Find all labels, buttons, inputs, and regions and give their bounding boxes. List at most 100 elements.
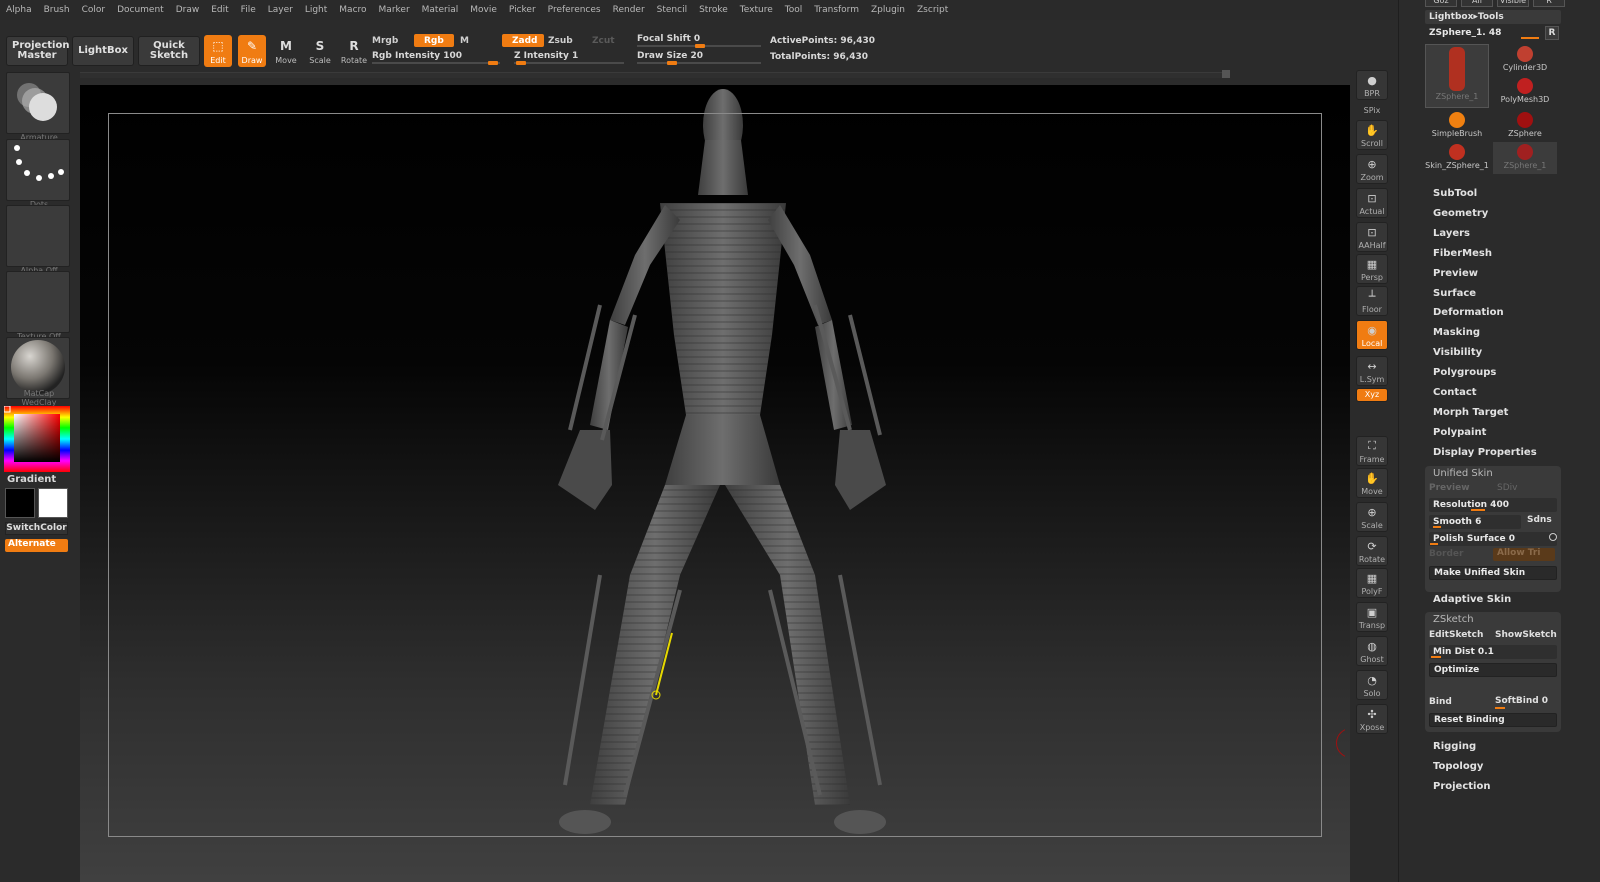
stroke-selector[interactable]: Dots (6, 139, 70, 209)
texture-selector[interactable]: Texture Off (6, 271, 70, 341)
focal-shift-label[interactable]: Focal Shift 0 (637, 34, 700, 44)
secondary-color-swatch[interactable] (5, 488, 35, 518)
tool-slider-knob[interactable] (1521, 37, 1539, 39)
palette-menu-preview[interactable]: Preview (1433, 268, 1478, 279)
shelf-scroll-button[interactable]: ✋ Scroll (1356, 120, 1388, 150)
mrgb-toggle[interactable]: Mrgb (362, 34, 408, 47)
tool-thumb[interactable]: PolyMesh3D (1493, 76, 1557, 108)
tool-thumb[interactable]: Cylinder3D (1493, 44, 1557, 76)
menu-edit[interactable]: Edit (211, 5, 228, 15)
menu-preferences[interactable]: Preferences (548, 5, 601, 15)
primary-color-swatch[interactable] (38, 488, 68, 518)
shelf-aahalf-button[interactable]: ⊡ AAHalf (1356, 222, 1388, 252)
shelf-ghost-button[interactable]: ◍ Ghost (1356, 636, 1388, 666)
rgb-intensity-label[interactable]: Rgb Intensity 100 (372, 51, 462, 61)
polish-circle-toggle[interactable] (1549, 533, 1557, 541)
shelf-spix-button[interactable]: SPix (1356, 102, 1388, 116)
material-selector[interactable]: MatCap WedClay (6, 337, 70, 407)
palette-goz-button[interactable]: Goz (1425, 0, 1457, 7)
smooth-slider[interactable]: Smooth 6 (1429, 515, 1521, 529)
menu-marker[interactable]: Marker (379, 5, 410, 15)
zcut-toggle[interactable]: Zcut (582, 34, 625, 47)
shelf-rotate-button[interactable]: ⟳ Rotate (1356, 536, 1388, 566)
menu-picker[interactable]: Picker (509, 5, 536, 15)
menu-light[interactable]: Light (305, 5, 327, 15)
alpha-selector[interactable]: Alpha Off (6, 205, 70, 275)
tool-thumb[interactable]: ZSphere (1493, 110, 1557, 142)
menu-color[interactable]: Color (82, 5, 106, 15)
tool-scale-button[interactable]: S Scale (306, 35, 334, 67)
palette-all-button[interactable]: All (1461, 0, 1493, 7)
draw-size-label[interactable]: Draw Size 20 (637, 51, 703, 61)
tool-thumb[interactable]: ZSphere_1 (1493, 142, 1557, 174)
shelf-bpr-button[interactable]: ● BPR (1356, 70, 1388, 100)
draw-size-slider[interactable] (637, 61, 761, 65)
menu-render[interactable]: Render (613, 5, 645, 15)
unified-skin-title[interactable]: Unified Skin (1433, 468, 1493, 479)
menu-movie[interactable]: Movie (470, 5, 497, 15)
menu-draw[interactable]: Draw (176, 5, 200, 15)
tool-edit-button[interactable]: ⬚ Edit (204, 35, 232, 67)
menu-zplugin[interactable]: Zplugin (871, 5, 905, 15)
palette-menu-masking[interactable]: Masking (1433, 327, 1480, 338)
shelf-move-button[interactable]: ✋ Move (1356, 468, 1388, 498)
palette-menu-contact[interactable]: Contact (1433, 387, 1477, 398)
scroll-thumb[interactable] (1222, 70, 1230, 78)
menu-macro[interactable]: Macro (339, 5, 366, 15)
shelf-floor-button[interactable]: ┴ Floor (1356, 286, 1388, 316)
tool-move-button[interactable]: M Move (272, 35, 300, 67)
projection-master-button[interactable]: Projection Master (6, 36, 69, 66)
min-dist-slider[interactable]: Min Dist 0.1 (1429, 645, 1557, 659)
palette-menu-polypaint[interactable]: Polypaint (1433, 427, 1486, 438)
brush-selector[interactable]: Armature (6, 72, 70, 142)
quick-sketch-button[interactable]: Quick Sketch (138, 36, 200, 66)
menu-alpha[interactable]: Alpha (6, 5, 32, 15)
reset-binding-button[interactable]: Reset Binding (1429, 713, 1557, 727)
shelf-polyf-button[interactable]: ▦ PolyF (1356, 568, 1388, 598)
border-slider[interactable]: Border (1429, 549, 1463, 559)
palette-menu-rigging[interactable]: Rigging (1433, 741, 1476, 752)
adaptive-skin-menu[interactable]: Adaptive Skin (1433, 594, 1511, 605)
make-unified-skin-button[interactable]: Make Unified Skin (1429, 566, 1557, 580)
tool-thumb[interactable]: SimpleBrush (1425, 110, 1489, 142)
shelf-transp-button[interactable]: ▣ Transp (1356, 602, 1388, 632)
palette-r-button[interactable]: R (1533, 0, 1565, 7)
allow-tri-toggle[interactable]: Allow Tri (1493, 548, 1555, 561)
alternate-button[interactable]: Alternate (5, 539, 68, 552)
palette-visible-button[interactable]: Visible (1497, 0, 1529, 7)
menu-file[interactable]: File (241, 5, 256, 15)
shelf-local-button[interactable]: ◉ Local (1356, 320, 1388, 350)
edit-sketch-button[interactable]: EditSketch (1429, 630, 1483, 640)
shelf-lsym-button[interactable]: ↔ L.Sym (1356, 356, 1388, 386)
gradient-label[interactable]: Gradient (7, 474, 56, 485)
menu-layer[interactable]: Layer (268, 5, 293, 15)
unified-sdiv-slider[interactable]: SDiv (1497, 483, 1517, 493)
palette-menu-topology[interactable]: Topology (1433, 761, 1483, 772)
palette-menu-fibermesh[interactable]: FiberMesh (1433, 248, 1492, 259)
menu-material[interactable]: Material (422, 5, 459, 15)
menu-stencil[interactable]: Stencil (657, 5, 687, 15)
zsketch-title[interactable]: ZSketch (1433, 614, 1474, 625)
palette-menu-visibility[interactable]: Visibility (1433, 347, 1482, 358)
shelf-frame-button[interactable]: ⛶ Frame (1356, 436, 1388, 466)
lightbox-tools-header[interactable]: Lightbox▸Tools (1425, 10, 1561, 24)
tool-draw-button[interactable]: ✎ Draw (238, 35, 266, 67)
palette-menu-projection[interactable]: Projection (1433, 781, 1490, 792)
menu-brush[interactable]: Brush (44, 5, 70, 15)
reset-r-button[interactable]: R (1545, 26, 1559, 40)
unified-preview-button[interactable]: Preview (1429, 483, 1470, 493)
zsub-toggle[interactable]: Zsub (538, 34, 583, 47)
color-picker[interactable] (3, 405, 70, 472)
palette-menu-subtool[interactable]: SubTool (1433, 188, 1477, 199)
shelf-actual-button[interactable]: ⊡ Actual (1356, 188, 1388, 218)
shelf-solo-button[interactable]: ◔ Solo (1356, 670, 1388, 700)
canvas-scrollbar[interactable] (80, 72, 1228, 78)
palette-menu-morph-target[interactable]: Morph Target (1433, 407, 1508, 418)
focal-shift-slider[interactable] (637, 44, 761, 48)
sdns-toggle[interactable]: Sdns (1527, 515, 1552, 525)
switchcolor-button[interactable]: SwitchColor (5, 522, 68, 535)
tool-thumb[interactable]: Skin_ZSphere_1 (1425, 142, 1489, 174)
m-toggle[interactable]: M (450, 34, 479, 47)
shelf-persp-button[interactable]: ▦ Persp (1356, 254, 1388, 284)
tool-thumb[interactable]: ZSphere_1 (1425, 44, 1489, 108)
